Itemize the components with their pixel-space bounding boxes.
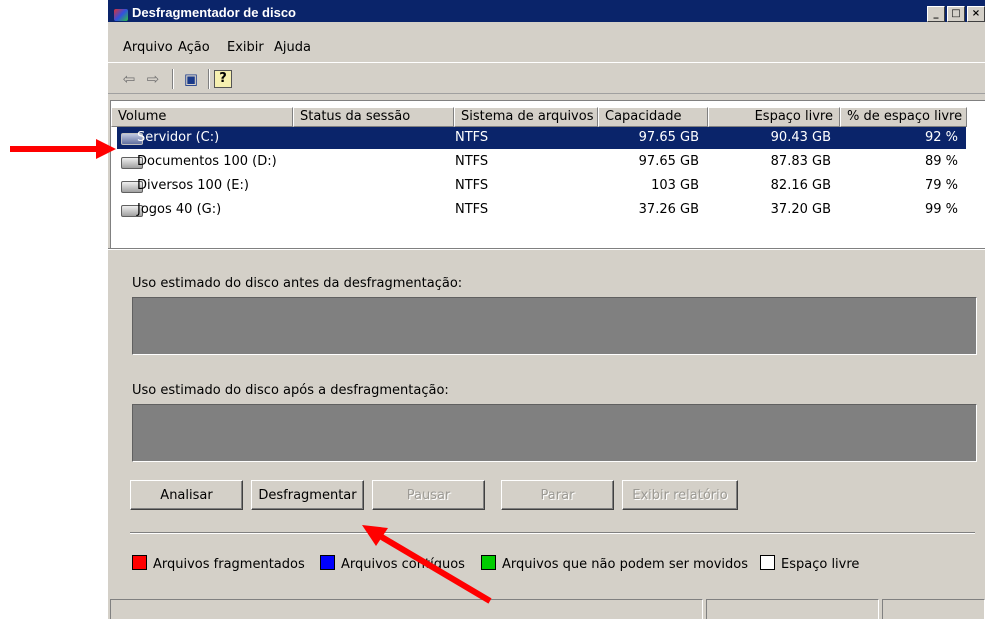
cell-volume: Diversos 100 (E:) <box>137 178 249 193</box>
legend-fragmented-label: Arquivos fragmentados <box>153 557 305 572</box>
menu-ajuda[interactable]: Ajuda <box>274 40 311 55</box>
pause-button[interactable]: Pausar <box>372 480 485 510</box>
toolbar: ⇦ ⇨ ▣ ? <box>108 62 985 94</box>
table-row[interactable]: Servidor (C:) NTFS 97.65 GB 90.43 GB 92 % <box>117 127 966 149</box>
column-header-free-percent[interactable]: % de espaço livre <box>840 107 967 127</box>
cell-free: 37.20 GB <box>770 202 831 217</box>
column-header-volume[interactable]: Volume <box>111 107 293 127</box>
legend-free-space-label: Espaço livre <box>781 557 860 572</box>
table-row[interactable]: Jogos 40 (G:) NTFS 37.26 GB 37.20 GB 99 % <box>117 199 966 221</box>
menu-arquivo[interactable]: Arquivo <box>123 40 173 55</box>
cell-fs: NTFS <box>455 130 489 145</box>
defrag-app-icon <box>114 9 128 21</box>
toolbar-separator <box>172 69 174 89</box>
status-pane-3 <box>882 599 985 619</box>
defrag-window: Desfragmentador de disco _ □ × Arquivo Açã… <box>108 0 985 619</box>
legend-unmovable-label: Arquivos que não podem ser movidos <box>502 557 748 572</box>
cell-free: 90.43 GB <box>770 130 831 145</box>
table-row[interactable]: Documentos 100 (D:) NTFS 97.65 GB 87.83 GB 8… <box>117 151 966 173</box>
console-tree-icon[interactable]: ▣ <box>180 69 202 89</box>
column-header-capacity[interactable]: Capacidade <box>598 107 708 127</box>
fragmented-swatch <box>132 555 147 570</box>
view-report-button[interactable]: Exibir relatório <box>622 480 738 510</box>
before-usage-label: Uso estimado do disco antes da desfragme… <box>132 276 463 291</box>
legend-unmovable: Arquivos que não podem ser movidos <box>481 555 748 572</box>
table-row[interactable]: Diversos 100 (E:) NTFS 103 GB 82.16 GB 79 % <box>117 175 966 197</box>
annotation-arrow-volume <box>10 139 116 159</box>
status-pane-2 <box>706 599 879 619</box>
legend-contiguous-label: Arquivos contíguos <box>341 557 465 572</box>
cell-free: 82.16 GB <box>770 178 831 193</box>
cell-fs: NTFS <box>455 178 489 193</box>
window-title: Desfragmentador de disco <box>132 5 296 20</box>
stop-button[interactable]: Parar <box>501 480 614 510</box>
after-usage-bar <box>132 404 977 462</box>
status-pane-main <box>110 599 703 619</box>
title-bar[interactable]: Desfragmentador de disco _ □ × <box>108 0 985 22</box>
analyze-button[interactable]: Analisar <box>130 480 243 510</box>
column-header-status[interactable]: Status da sessão <box>293 107 454 127</box>
legend-free-space: Espaço livre <box>760 555 860 572</box>
column-header-filesystem[interactable]: Sistema de arquivos <box>454 107 598 127</box>
after-usage-label: Uso estimado do disco após a desfragment… <box>132 383 449 398</box>
column-header-free-space[interactable]: Espaço livre <box>708 107 840 127</box>
legend-divider <box>130 532 975 534</box>
maximize-button[interactable]: □ <box>947 6 965 22</box>
cell-capacity: 103 GB <box>651 178 699 193</box>
cell-free: 87.83 GB <box>770 154 831 169</box>
before-usage-bar <box>132 297 977 355</box>
cell-fs: NTFS <box>455 154 489 169</box>
contiguous-swatch <box>320 555 335 570</box>
minimize-button[interactable]: _ <box>927 6 945 22</box>
unmovable-swatch <box>481 555 496 570</box>
close-button[interactable]: × <box>967 6 985 22</box>
menu-bar: Arquivo Ação Exibir Ajuda <box>108 36 985 58</box>
volume-list[interactable]: Volume Status da sessão Sistema de arqui… <box>110 100 985 249</box>
legend-contiguous: Arquivos contíguos <box>320 555 465 572</box>
menu-exibir[interactable]: Exibir <box>227 40 264 55</box>
menu-acao[interactable]: Ação <box>178 40 210 55</box>
forward-arrow-icon[interactable]: ⇨ <box>142 69 164 89</box>
cell-volume: Servidor (C:) <box>137 130 220 145</box>
panel-divider <box>108 248 985 250</box>
toolbar-separator <box>208 69 210 89</box>
cell-capacity: 97.65 GB <box>638 130 699 145</box>
cell-pct: 99 % <box>924 202 958 217</box>
free-space-swatch <box>760 555 775 570</box>
defragment-button[interactable]: Desfragmentar <box>251 480 364 510</box>
cell-fs: NTFS <box>455 202 489 217</box>
window-controls: _ □ × <box>925 6 985 22</box>
cell-capacity: 37.26 GB <box>638 202 699 217</box>
cell-volume: Documentos 100 (D:) <box>137 154 277 169</box>
cell-pct: 79 % <box>924 178 958 193</box>
cell-volume: Jogos 40 (G:) <box>137 202 222 217</box>
status-bar <box>108 597 985 619</box>
legend-fragmented: Arquivos fragmentados <box>132 555 305 572</box>
cell-pct: 89 % <box>924 154 958 169</box>
cell-capacity: 97.65 GB <box>638 154 699 169</box>
help-icon[interactable]: ? <box>214 70 232 88</box>
cell-pct: 92 % <box>924 130 958 145</box>
back-arrow-icon[interactable]: ⇦ <box>118 69 140 89</box>
